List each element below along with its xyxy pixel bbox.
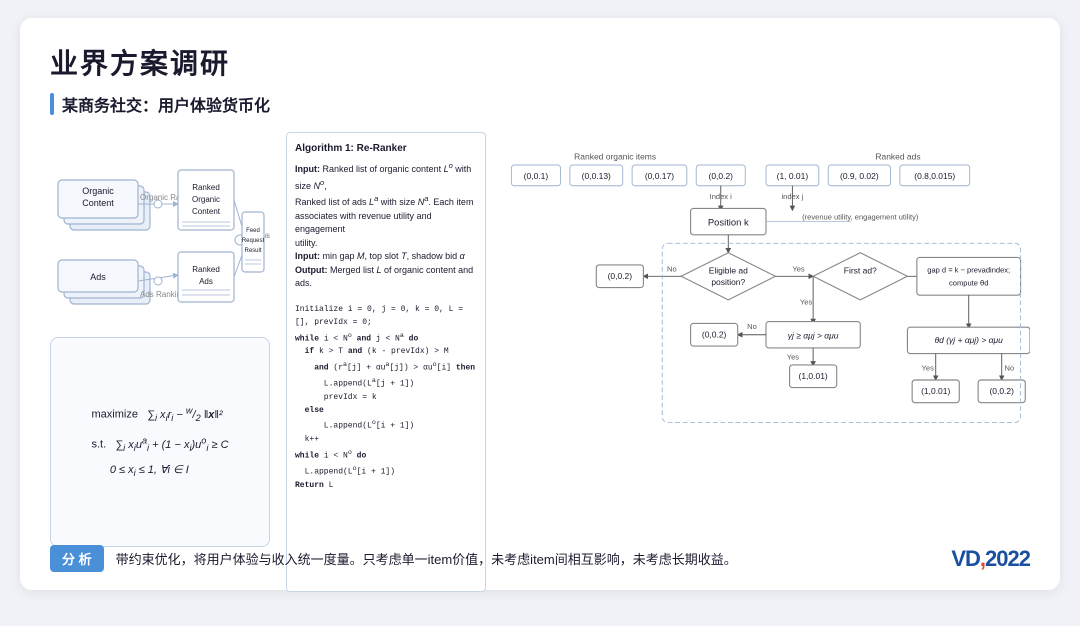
svg-text:θd (γj + αμj) > αμu: θd (γj + αμj) > αμu (935, 335, 1004, 345)
svg-text:Ads: Ads (90, 272, 106, 282)
svg-text:Position k: Position k (708, 216, 749, 227)
svg-text:Feed: Feed (246, 228, 260, 234)
algorithm-box: Algorithm 1: Re-Ranker Input: Ranked lis… (286, 132, 486, 592)
algo-title: Algorithm 1: Re-Ranker (295, 141, 477, 156)
svg-text:Ranked: Ranked (192, 183, 220, 192)
flow-diagram-svg: Organic Content Ads Organic Ranking Ads … (50, 132, 270, 332)
svg-text:Content: Content (82, 198, 114, 208)
svg-text:gap d = k − prevadindex;: gap d = k − prevadindex; (927, 266, 1010, 275)
svg-text:(0.8,0.015): (0.8,0.015) (914, 171, 955, 181)
svg-text:First ad?: First ad? (844, 265, 877, 275)
svg-text:(1,0.01): (1,0.01) (799, 371, 828, 381)
svg-text:Ranked ads: Ranked ads (875, 151, 920, 161)
formula-box: maximize ∑i xiri − w/2 ‖x‖² s.t. ∑i xiua… (50, 337, 270, 547)
analysis-text: 带约束优化，将用户体验与收入统一度量。只考虑单一item价值，未考虑item间相… (116, 549, 1030, 568)
page-title: 业界方案调研 (50, 42, 1030, 82)
svg-text:(0,0.13): (0,0.13) (582, 171, 611, 181)
algo-code: Initialize i = 0, j = 0, k = 0, L = [], … (295, 304, 477, 492)
svg-text:(0.9, 0.02): (0.9, 0.02) (840, 171, 879, 181)
bottom-bar: 分 析 带约束优化，将用户体验与收入统一度量。只考虑单一item价值，未考虑it… (50, 545, 1030, 572)
svg-text:No: No (1005, 364, 1015, 373)
left-diagram: Organic Content Ads Organic Ranking Ads … (50, 132, 270, 592)
svg-text:Ranked organic items: Ranked organic items (574, 151, 656, 161)
analysis-tag: 分 析 (50, 545, 104, 572)
content-area: Organic Content Ads Organic Ranking Ads … (50, 132, 1030, 592)
svg-text:Content: Content (192, 207, 221, 216)
svg-text:(0,0.2): (0,0.2) (702, 330, 727, 340)
flowchart-svg: Ranked organic items Ranked ads (0,0.1) … (502, 132, 1030, 562)
svg-text:(1,0.01): (1,0.01) (921, 386, 950, 396)
svg-text:(1, 0.01): (1, 0.01) (777, 171, 809, 181)
svg-text:Organic: Organic (82, 186, 114, 196)
svg-text:γj ≥ αμj > αμu: γj ≥ αμj > αμu (788, 331, 839, 341)
svg-text:Yes: Yes (800, 298, 813, 307)
algo-input: Input: Ranked list of organic content Lo… (295, 160, 477, 291)
svg-text:(0,0.2): (0,0.2) (709, 171, 734, 181)
svg-text:Yes: Yes (792, 265, 805, 274)
svg-text:position?: position? (711, 277, 745, 287)
svg-text:(0,0.1): (0,0.1) (524, 171, 549, 181)
svg-text:(0,0.17): (0,0.17) (645, 171, 674, 181)
svg-text:Ads: Ads (199, 277, 213, 286)
svg-text:Yes: Yes (787, 352, 800, 361)
svg-text:compute θd: compute θd (949, 279, 988, 288)
svg-text:Result: Result (244, 248, 261, 254)
middle-algo: Algorithm 1: Re-Ranker Input: Ranked lis… (286, 132, 486, 592)
vdc-year: 2022 (985, 546, 1030, 571)
vdc-logo: VD,2022 (951, 546, 1030, 572)
subtitle-accent (50, 93, 54, 115)
subtitle-bar: 某商务社交：用户体验货币化 (50, 92, 1030, 116)
svg-text:No: No (747, 322, 757, 331)
svg-text:Eligible ad: Eligible ad (709, 265, 748, 275)
svg-text:(0,0.2): (0,0.2) (608, 271, 633, 281)
svg-text:(revenue utility, engagement u: (revenue utility, engagement utility) (802, 213, 919, 222)
main-card: 业界方案调研 某商务社交：用户体验货币化 Organic Content Ads (20, 18, 1060, 590)
subtitle-text: 某商务社交：用户体验货币化 (62, 92, 270, 116)
svg-text:Yes: Yes (922, 364, 935, 373)
vdc-text: VD (951, 546, 980, 571)
formula-content: maximize ∑i xiri − w/2 ‖x‖² s.t. ∑i xiua… (91, 401, 228, 483)
svg-text:No: No (667, 265, 677, 274)
svg-text:Request: Request (242, 238, 265, 244)
svg-text:(0,0.2): (0,0.2) (989, 386, 1014, 396)
right-flowchart: Ranked organic items Ranked ads (0,0.1) … (502, 132, 1030, 592)
svg-text:Organic: Organic (192, 195, 220, 204)
svg-text:Ranked: Ranked (192, 265, 220, 274)
